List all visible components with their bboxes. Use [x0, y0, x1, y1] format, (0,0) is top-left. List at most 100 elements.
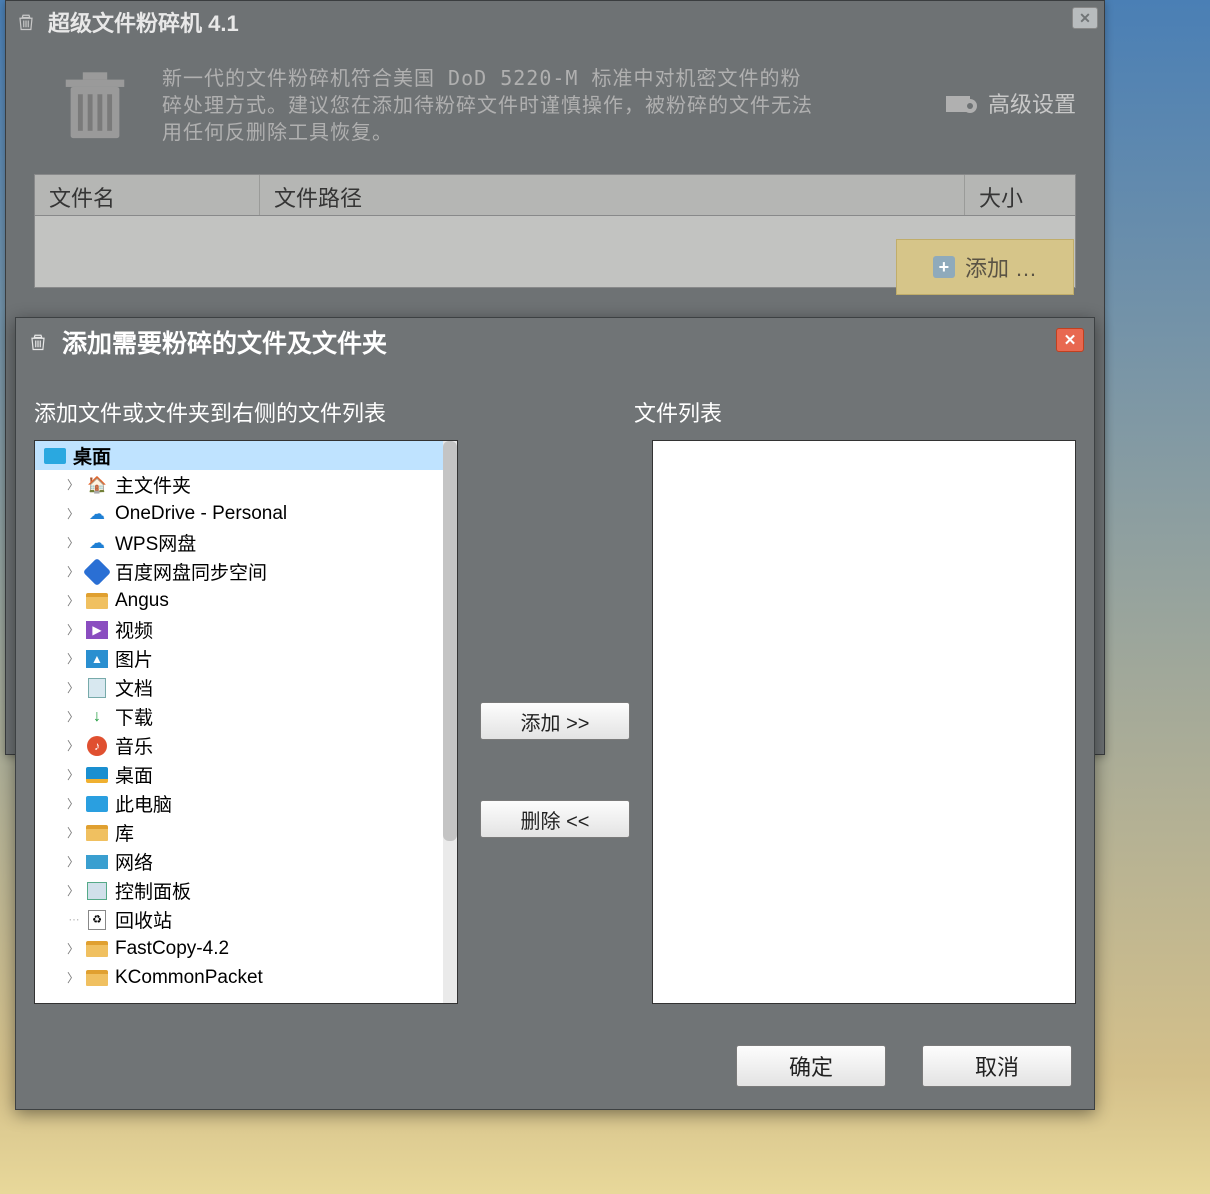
col-filepath[interactable]: 文件路径 — [260, 175, 965, 215]
tree-item[interactable]: 〉▶视频 — [35, 615, 457, 644]
music-icon: ♪ — [85, 735, 109, 757]
tree-item[interactable]: 〉♪ 音乐 — [35, 731, 457, 760]
advanced-settings-label: 高级设置 — [988, 87, 1076, 119]
cloud2-icon: ☁ — [85, 532, 109, 554]
folder-icon — [85, 967, 109, 989]
desktop-icon — [85, 764, 109, 786]
tree-item-label: 下载 — [115, 703, 153, 730]
folder-tree[interactable]: 桌面〉🏠主文件夹〉☁OneDrive - Personal〉☁WPS网盘〉百度网… — [34, 440, 458, 1004]
tree-item[interactable]: 〉 文档 — [35, 673, 457, 702]
advanced-settings-link[interactable]: 高级设置 — [946, 87, 1076, 119]
tree-item-label: 百度网盘同步空间 — [115, 558, 267, 585]
tree-item-label: 此电脑 — [115, 790, 172, 817]
tree-item[interactable]: 〉 此电脑 — [35, 789, 457, 818]
tree-item-label: 音乐 — [115, 732, 153, 759]
tree-item[interactable]: 〉 百度网盘同步空间 — [35, 557, 457, 586]
gear-icon — [946, 92, 978, 114]
chevron-right-icon[interactable]: 〉 — [63, 795, 83, 812]
tree-dots-icon: ⋯ — [63, 913, 83, 926]
tree-item[interactable]: 〉 FastCopy-4.2 — [35, 934, 457, 963]
chevron-right-icon[interactable]: 〉 — [63, 592, 83, 609]
selected-file-list[interactable] — [652, 440, 1076, 1004]
tree-item-label: FastCopy-4.2 — [115, 938, 229, 960]
tree-item[interactable]: 〉 KCommonPacket — [35, 963, 457, 992]
home-icon: 🏠 — [85, 474, 109, 496]
chevron-right-icon[interactable]: 〉 — [63, 621, 83, 638]
tree-item[interactable]: 〉☁ WPS网盘 — [35, 528, 457, 557]
tree-item[interactable]: 〉🏠主文件夹 — [35, 470, 457, 499]
tree-item[interactable]: 〉 网络 — [35, 847, 457, 876]
image-icon: ▲ — [85, 648, 109, 670]
folder-icon — [85, 938, 109, 960]
add-to-list-button[interactable]: 添加 >> — [480, 702, 630, 740]
intro-text: 新一代的文件粉碎机符合美国 DoD 5220-M 标准中对机密文件的粉碎处理方式… — [162, 65, 822, 146]
tree-item[interactable]: 桌面 — [35, 441, 457, 470]
chevron-right-icon[interactable]: 〉 — [63, 534, 83, 551]
tree-item[interactable]: ⋯♻回收站 — [35, 905, 457, 934]
tree-item[interactable]: 〉 桌面 — [35, 760, 457, 789]
chevron-right-icon[interactable]: 〉 — [63, 969, 83, 986]
chevron-right-icon[interactable]: 〉 — [63, 737, 83, 754]
pc-icon — [85, 793, 109, 815]
chevron-right-icon[interactable]: 〉 — [63, 824, 83, 841]
plus-icon: + — [933, 256, 955, 278]
chevron-right-icon[interactable]: 〉 — [63, 505, 83, 522]
tree-item-label: OneDrive - Personal — [115, 503, 287, 525]
tree-item[interactable]: 〉 Angus — [35, 586, 457, 615]
cpl-icon — [85, 880, 109, 902]
tree-item-label: 网络 — [115, 848, 153, 875]
tree-item[interactable]: 〉☁OneDrive - Personal — [35, 499, 457, 528]
chevron-right-icon[interactable]: 〉 — [63, 940, 83, 957]
chevron-right-icon[interactable]: 〉 — [63, 708, 83, 725]
network-icon — [85, 851, 109, 873]
chevron-right-icon[interactable]: 〉 — [63, 563, 83, 580]
remove-from-list-button[interactable]: 删除 << — [480, 800, 630, 838]
tree-item-label: WPS网盘 — [115, 529, 196, 556]
tree-item-label: 桌面 — [115, 761, 153, 788]
tree-item[interactable]: 〉▲ 图片 — [35, 644, 457, 673]
chevron-right-icon[interactable]: 〉 — [63, 853, 83, 870]
tree-scrollbar-thumb[interactable] — [443, 441, 457, 841]
tree-item-label: Angus — [115, 590, 169, 612]
intro-row: 新一代的文件粉碎机符合美国 DoD 5220-M 标准中对机密文件的粉碎处理方式… — [6, 43, 1104, 164]
download-icon: ↓ — [85, 706, 109, 728]
app-trash-icon — [16, 11, 36, 33]
tree-item[interactable]: 〉 控制面板 — [35, 876, 457, 905]
tree-item[interactable]: 〉库 — [35, 818, 457, 847]
right-panel-label: 文件列表 — [634, 396, 722, 428]
tree-item-label: 回收站 — [115, 906, 172, 933]
tree-item[interactable]: 〉↓ 下载 — [35, 702, 457, 731]
chevron-right-icon[interactable]: 〉 — [63, 766, 83, 783]
col-filename[interactable]: 文件名 — [35, 175, 260, 215]
ok-button[interactable]: 确定 — [736, 1045, 886, 1087]
dialog-title-text: 添加需要粉碎的文件及文件夹 — [62, 324, 387, 360]
tree-scrollbar-track[interactable] — [443, 441, 457, 1003]
add-file-label: 添加 … — [965, 251, 1037, 283]
dialog-trash-icon — [28, 331, 48, 353]
chevron-right-icon[interactable]: 〉 — [63, 650, 83, 667]
folder-icon — [85, 822, 109, 844]
col-filesize[interactable]: 大小 — [965, 175, 1075, 215]
tree-item-label: 图片 — [115, 645, 153, 672]
add-file-button[interactable]: + 添加 … — [896, 239, 1074, 295]
folder-icon — [85, 590, 109, 612]
tree-item-label: 库 — [115, 819, 134, 846]
tree-item-label: 视频 — [115, 616, 153, 643]
monitor-icon — [43, 445, 67, 467]
tree-item-label: 文档 — [115, 674, 153, 701]
dialog-title-bar: 添加需要粉碎的文件及文件夹 — [16, 318, 1094, 366]
big-trash-icon — [56, 65, 134, 143]
chevron-right-icon[interactable]: 〉 — [63, 679, 83, 696]
left-panel-label: 添加文件或文件夹到右侧的文件列表 — [34, 396, 634, 428]
tree-item-label: 桌面 — [73, 442, 111, 469]
dialog-close-button[interactable]: ✕ — [1056, 328, 1084, 352]
chevron-right-icon[interactable]: 〉 — [63, 882, 83, 899]
tree-item-label: 控制面板 — [115, 877, 191, 904]
chevron-right-icon[interactable]: 〉 — [63, 476, 83, 493]
cancel-button[interactable]: 取消 — [922, 1045, 1072, 1087]
main-title-text: 超级文件粉碎机 4.1 — [48, 6, 239, 38]
doc-icon — [85, 677, 109, 699]
main-close-button[interactable]: ✕ — [1072, 7, 1098, 29]
baidu-icon — [85, 561, 109, 583]
tree-item-label: KCommonPacket — [115, 967, 263, 989]
